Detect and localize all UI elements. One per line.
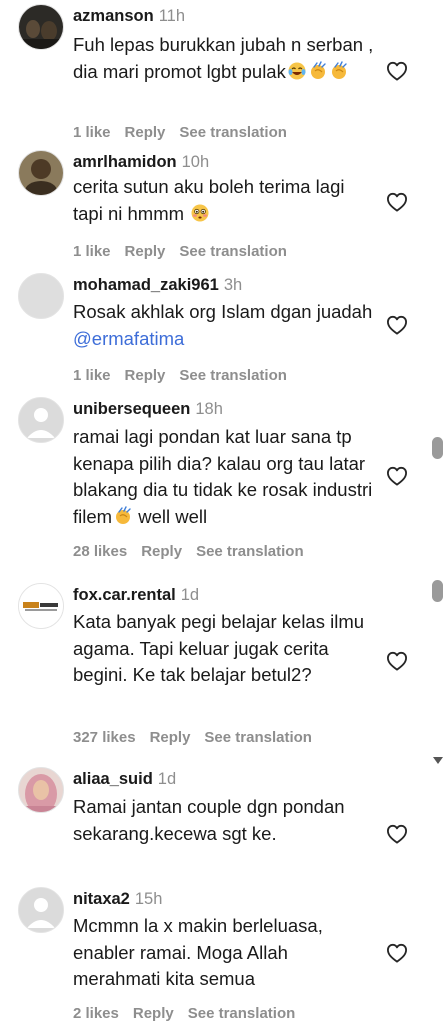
- reply-button[interactable]: Reply: [125, 367, 166, 384]
- timestamp: 3h: [223, 276, 243, 294]
- avatar[interactable]: [18, 583, 64, 629]
- see-translation-button[interactable]: See translation: [179, 367, 287, 384]
- heart-outline-icon[interactable]: [386, 651, 408, 671]
- heart-outline-icon[interactable]: [386, 315, 408, 335]
- username[interactable]: nitaxa2: [73, 890, 130, 908]
- scrollbar-thumb[interactable]: [432, 437, 443, 459]
- heart-outline-icon[interactable]: [386, 824, 408, 844]
- likes-count[interactable]: 28 likes: [73, 543, 127, 560]
- username[interactable]: fox.car.rental: [73, 586, 176, 604]
- avatar[interactable]: [18, 887, 64, 933]
- username[interactable]: amrlhamidon: [73, 153, 177, 171]
- heart-outline-icon[interactable]: [386, 466, 408, 486]
- timestamp: 1d: [180, 586, 200, 604]
- reply-button[interactable]: Reply: [141, 543, 182, 560]
- reply-button[interactable]: Reply: [133, 1005, 174, 1022]
- scrollbar-thumb[interactable]: [432, 580, 443, 602]
- clapping-emoji-icon: [113, 506, 133, 526]
- avatar[interactable]: [18, 150, 64, 196]
- username[interactable]: mohamad_zaki961: [73, 276, 219, 294]
- timestamp: 18h: [195, 400, 223, 418]
- likes-count[interactable]: 1 like: [73, 124, 111, 141]
- comment-text: Ramai jantan couple dgn pondan sekarang.…: [73, 796, 345, 844]
- avatar[interactable]: [18, 767, 64, 813]
- comment-text: Kata banyak pegi belajar kelas ilmu agam…: [73, 611, 365, 685]
- see-translation-button[interactable]: See translation: [196, 543, 304, 560]
- comment-text: ramai lagi pondan kat luar sana tp kenap…: [73, 426, 373, 527]
- username[interactable]: azmanson: [73, 7, 154, 25]
- comment-text: Rosak akhlak org Islam dgan juadah @erma…: [73, 301, 373, 349]
- comment-text: Mcmmn la x makin berleluasa, enabler ram…: [73, 915, 323, 989]
- heart-outline-icon[interactable]: [386, 943, 408, 963]
- comment-actions: 1 like Reply See translation: [73, 243, 301, 260]
- comment-text: Fuh lepas burukkan jubah n serban , dia …: [73, 34, 374, 82]
- timestamp: 1d: [157, 770, 177, 788]
- heart-outline-icon[interactable]: [386, 192, 408, 212]
- likes-count[interactable]: 2 likes: [73, 1005, 119, 1022]
- comment-actions: 327 likes Reply See translation: [73, 729, 326, 746]
- mention-link[interactable]: @ermafatima: [73, 328, 184, 349]
- see-translation-button[interactable]: See translation: [179, 243, 287, 260]
- likes-count[interactable]: 1 like: [73, 367, 111, 384]
- username[interactable]: aliaa_suid: [73, 770, 153, 788]
- likes-count[interactable]: 327 likes: [73, 729, 136, 746]
- see-translation-button[interactable]: See translation: [179, 124, 287, 141]
- reply-button[interactable]: Reply: [125, 124, 166, 141]
- comment-actions: 1 like Reply See translation: [73, 124, 301, 141]
- comment-text: cerita sutun aku boleh terima lagi tapi …: [73, 176, 345, 224]
- reply-button[interactable]: Reply: [125, 243, 166, 260]
- likes-count[interactable]: 1 like: [73, 243, 111, 260]
- comment-actions: 2 likes Reply See translation: [73, 1005, 309, 1022]
- see-translation-button[interactable]: See translation: [188, 1005, 296, 1022]
- timestamp: 15h: [134, 890, 163, 908]
- username[interactable]: unibersequeen: [73, 400, 190, 418]
- comment-actions: 28 likes Reply See translation: [73, 543, 318, 560]
- comment-actions: 1 like Reply See translation: [73, 367, 301, 384]
- avatar[interactable]: [18, 397, 64, 443]
- clapping-emoji-icon: [329, 61, 349, 81]
- reply-button[interactable]: Reply: [150, 729, 191, 746]
- scroll-down-arrow-icon[interactable]: [433, 757, 443, 764]
- avatar[interactable]: [18, 273, 64, 319]
- timestamp: 10h: [181, 153, 210, 171]
- see-translation-button[interactable]: See translation: [204, 729, 312, 746]
- heart-outline-icon[interactable]: [386, 61, 408, 81]
- timestamp: 11h: [158, 7, 185, 25]
- clapping-emoji-icon: [308, 61, 328, 81]
- avatar[interactable]: [18, 4, 64, 50]
- flushed-emoji-icon: [190, 203, 210, 223]
- laughing-crying-emoji-icon: [287, 61, 307, 81]
